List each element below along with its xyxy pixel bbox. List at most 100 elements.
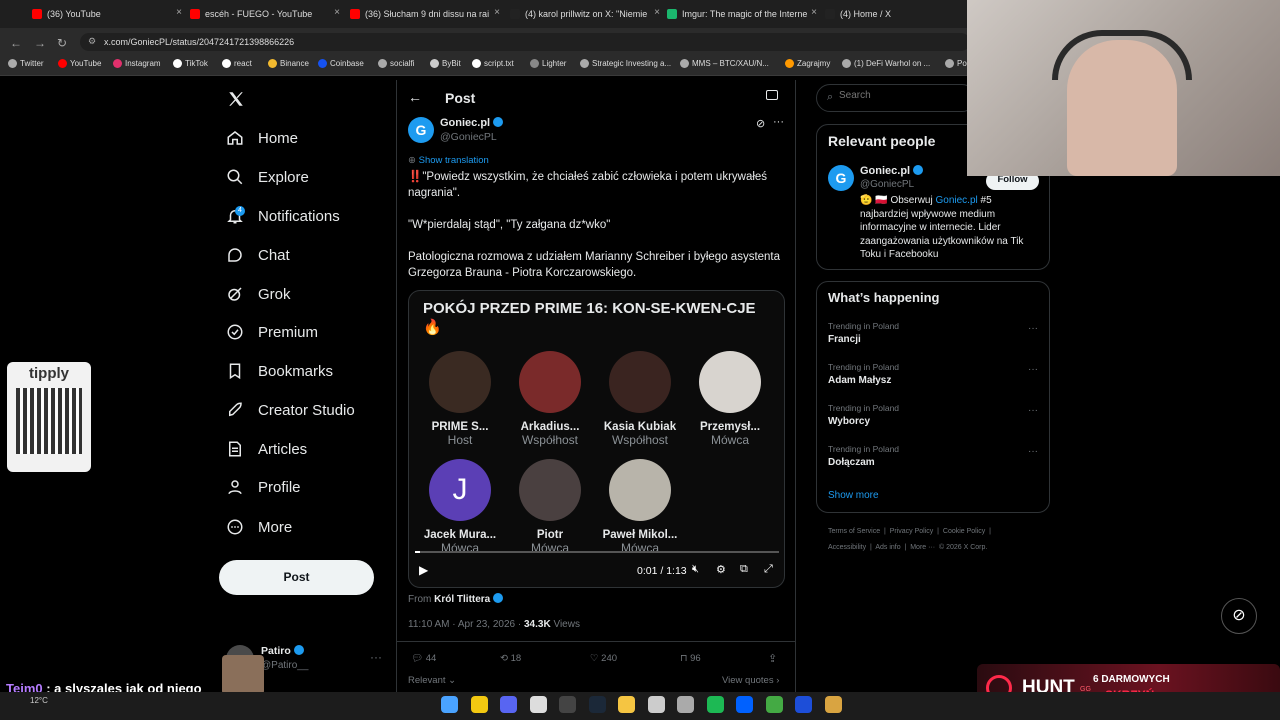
bookmark-item[interactable]: Instagram [113, 59, 161, 68]
space-speaker[interactable]: J Jacek Mura... Mówca [415, 459, 505, 555]
nav-profile[interactable]: Profile [226, 474, 301, 500]
post-button[interactable]: Post [219, 560, 374, 595]
show-translation-link[interactable]: ⊕ Show translation [408, 155, 489, 166]
trend-more-icon[interactable]: ··· [1028, 446, 1038, 457]
bookmark-item[interactable]: react [222, 59, 252, 68]
browser-tab[interactable]: (36) YouTube × [32, 4, 182, 24]
play-icon[interactable]: ▶ [419, 563, 428, 577]
discord-icon[interactable] [500, 696, 517, 713]
nav-explore[interactable]: Explore [226, 164, 309, 190]
nav-chat[interactable]: Chat [226, 242, 290, 268]
grok-explain-icon[interactable]: ⊘ [756, 117, 765, 130]
browser-tab[interactable]: (36) Słucham 9 dni dissu na rai × [350, 4, 500, 24]
browser-tab[interactable]: (4) karol prillwitz on X: "Niemie × [510, 4, 660, 24]
trend-more-icon[interactable]: ··· [1028, 364, 1038, 375]
dropbox-icon[interactable] [736, 696, 753, 713]
tab-close-icon[interactable]: × [334, 7, 340, 18]
bookmark-item[interactable]: Coinbase [318, 59, 364, 68]
bookmark-item[interactable]: YouTube [58, 59, 101, 68]
video-progress-track[interactable] [415, 551, 779, 553]
chrome-icon[interactable] [470, 696, 488, 713]
tab-close-icon[interactable]: × [176, 7, 182, 18]
bookmark-item[interactable]: script.txt [472, 59, 514, 68]
nav-articles[interactable]: Articles [226, 436, 307, 462]
footer-links-1[interactable]: Terms of Service | Privacy Policy | Cook… [828, 528, 991, 535]
nav-grok[interactable]: Grok [226, 281, 291, 307]
reload-icon[interactable]: ↻ [57, 36, 67, 50]
pen-icon[interactable] [824, 696, 842, 713]
bookmark-item[interactable]: Po [945, 59, 967, 68]
feather-icon[interactable] [677, 696, 694, 713]
reply-sort-dropdown[interactable]: Relevant ⌄ [408, 675, 456, 686]
nav-home[interactable]: Home [226, 125, 298, 151]
grok-floating-icon[interactable]: ⊘ [1221, 598, 1257, 634]
space-speaker[interactable]: Paweł Mikol... Mówca [595, 459, 685, 555]
person-name[interactable]: Goniec.pl [860, 165, 924, 177]
nav-bookmarks[interactable]: Bookmarks [226, 358, 333, 384]
back-icon[interactable]: ← [10, 36, 22, 50]
bio-link[interactable]: Goniec.pl [935, 195, 977, 206]
bookmark-item[interactable]: Strategic Investing a... [580, 59, 671, 68]
from-source-link[interactable]: Król Tlittera [434, 594, 490, 605]
trend-more-icon[interactable]: ··· [1028, 405, 1038, 416]
author-avatar[interactable]: G [408, 117, 434, 143]
x-app-icon[interactable] [795, 696, 812, 713]
bookmark-item[interactable]: MMS – BTC/XAU/N... [680, 59, 769, 68]
reader-mode-icon[interactable] [766, 90, 778, 100]
space-speaker[interactable]: Kasia Kubiak Współhost [595, 351, 685, 447]
bookmark-item[interactable]: Zagrajmy [785, 59, 830, 68]
app-icon[interactable] [765, 696, 783, 713]
view-quotes-link[interactable]: View quotes › [722, 675, 779, 686]
browser-tab[interactable]: Imgur: The magic of the Interne × [667, 4, 817, 24]
file-explorer-icon[interactable] [618, 696, 635, 713]
space-card[interactable]: POKÓJ PRZED PRIME 16: KON-SE-KWEN-CJE 🔥 … [408, 290, 785, 588]
person-avatar[interactable]: G [828, 165, 854, 191]
browser-tab[interactable]: escéh - FUEGO - YouTube × [190, 4, 340, 24]
space-speaker[interactable]: PRIME S... Host [415, 351, 505, 447]
post-more-icon[interactable]: ··· [773, 116, 784, 128]
account-menu-icon[interactable]: ··· [370, 650, 382, 664]
mute-icon[interactable]: 🔇︎ [692, 563, 699, 576]
bookmark-item[interactable]: ByBit [430, 59, 461, 68]
space-speaker[interactable]: Piotr Mówca [505, 459, 595, 555]
nav-premium[interactable]: Premium [226, 319, 318, 345]
trend-item[interactable]: Trending in Poland Dołączam ··· [828, 444, 1038, 468]
forward-icon[interactable]: → [34, 36, 46, 50]
share-icon[interactable]: ⇪ [768, 652, 777, 665]
bookmark-item[interactable]: (1) DeFi Warhol on ... [842, 59, 930, 68]
ccleaner-icon[interactable] [647, 696, 665, 713]
bookmark-item[interactable]: Binance [268, 59, 309, 68]
repost-button[interactable]: ⟲ 18 [500, 653, 521, 664]
nav-more[interactable]: More [226, 514, 292, 540]
settings-gear-icon[interactable]: ⚙ [716, 563, 726, 576]
like-button[interactable]: ♡ 240 [590, 653, 617, 664]
bookmark-button[interactable]: ⊓ 96 [680, 653, 701, 664]
weather-widget[interactable]: 12°C [30, 696, 48, 705]
spotify-icon[interactable] [706, 696, 724, 713]
site-info-icon[interactable]: ⚙ [88, 36, 96, 47]
bookmark-item[interactable]: Lighter [530, 59, 566, 68]
show-more-link[interactable]: Show more [828, 490, 879, 501]
browser-tab[interactable]: (4) Home / X [825, 4, 955, 24]
obs-icon[interactable] [559, 696, 576, 713]
tab-close-icon[interactable]: × [654, 7, 660, 18]
author-name[interactable]: Goniec.pl [440, 117, 504, 129]
bookmark-item[interactable]: socialfi [378, 59, 414, 68]
x-logo-icon[interactable] [227, 90, 245, 108]
footer-links-2[interactable]: Accessibility | Ads info | More ··· © 20… [828, 544, 987, 551]
space-speaker[interactable]: Arkadius... Współhost [505, 351, 595, 447]
trend-item[interactable]: Trending in Poland Adam Małysz ··· [828, 362, 1038, 386]
tab-close-icon[interactable]: × [494, 7, 500, 18]
search-input[interactable] [839, 90, 969, 101]
trend-item[interactable]: Trending in Poland Wyborcy ··· [828, 403, 1038, 427]
nav-creator-studio[interactable]: Creator Studio [226, 397, 355, 423]
app-icon[interactable] [529, 696, 547, 713]
steam-icon[interactable] [588, 696, 606, 713]
tab-close-icon[interactable]: × [811, 7, 817, 18]
bookmark-item[interactable]: TikTok [173, 59, 208, 68]
fullscreen-icon[interactable]: ⤢ [764, 563, 773, 576]
start-icon[interactable] [441, 696, 458, 713]
back-arrow-icon[interactable]: ← [408, 89, 422, 105]
search-box[interactable]: ⌕ [816, 84, 976, 112]
pip-icon[interactable]: ⧉ [740, 563, 748, 576]
